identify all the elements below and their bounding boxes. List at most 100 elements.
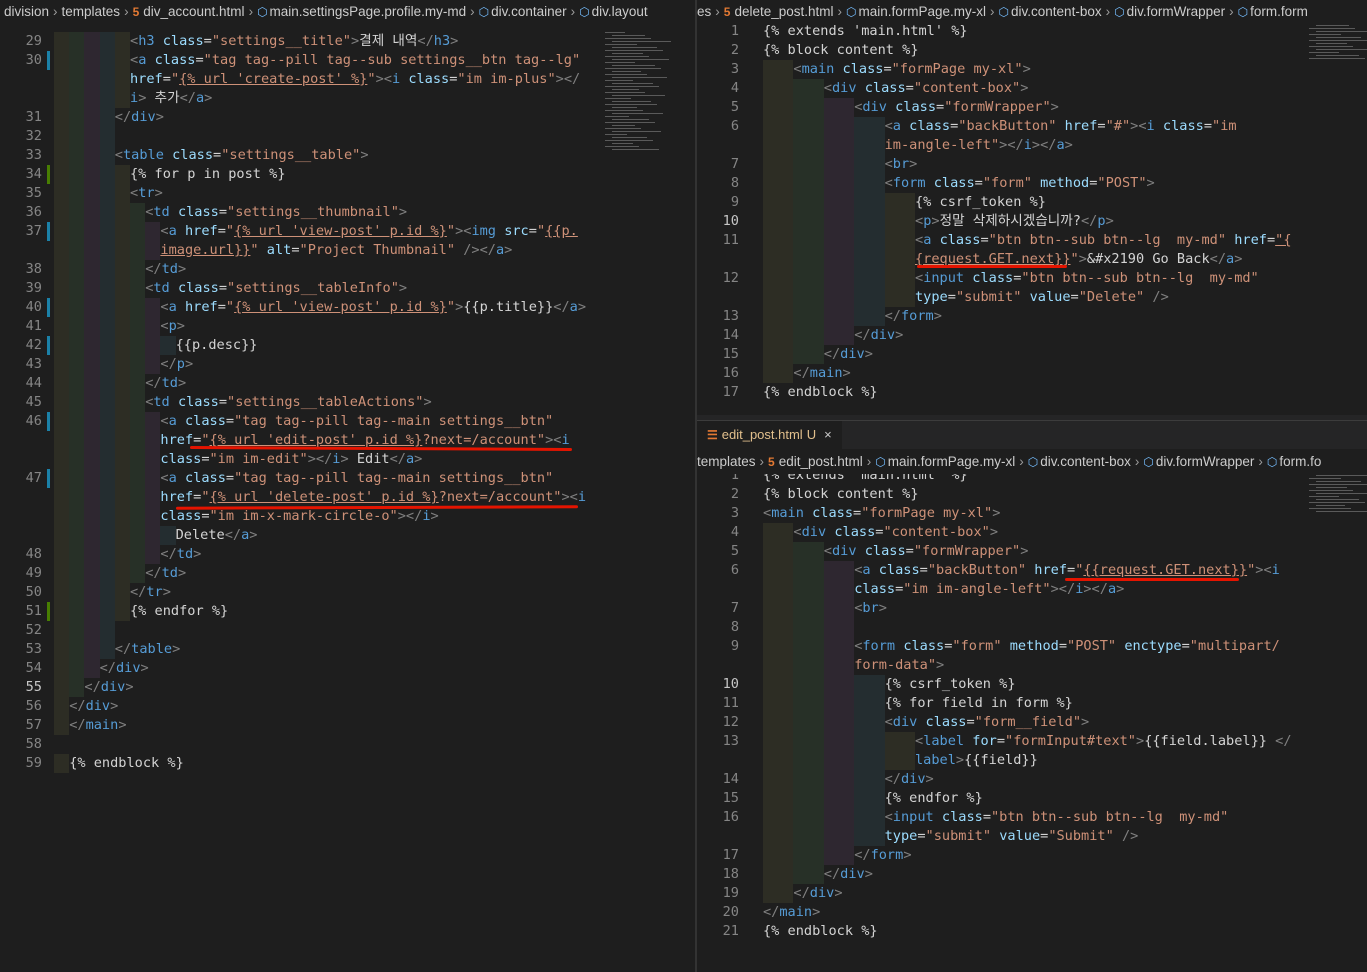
- code-line[interactable]: class="im im-edit"></i> Edit</a>: [0, 450, 681, 469]
- code-line[interactable]: form-data">: [697, 656, 1367, 675]
- code-line[interactable]: 45 <td class="settings__tableActions">: [0, 393, 681, 412]
- git-change-marker[interactable]: [47, 298, 50, 317]
- breadcrumb-item[interactable]: ⬡ form.fo: [1267, 454, 1322, 469]
- code-line[interactable]: 17 </form>: [697, 846, 1367, 865]
- breadcrumb-item[interactable]: ⬡ div.container: [479, 4, 567, 19]
- breadcrumb-item[interactable]: ⬡ div.content-box: [1028, 454, 1131, 469]
- code-line[interactable]: 30 <a class="tag tag--pill tag--sub setti…: [0, 51, 681, 70]
- code-line[interactable]: 48 </td>: [0, 545, 681, 564]
- code-line[interactable]: 2 {% block content %}: [697, 41, 1367, 60]
- code-line[interactable]: 19 </div>: [697, 884, 1367, 903]
- code-line[interactable]: 8: [697, 618, 1367, 637]
- breadcrumb-item[interactable]: ⬡ div.layout: [579, 4, 648, 19]
- git-change-marker[interactable]: [47, 336, 50, 355]
- code-line[interactable]: 32: [0, 127, 681, 146]
- code-line[interactable]: class="im im-x-mark-circle-o"></i>: [0, 507, 681, 526]
- git-change-marker[interactable]: [47, 222, 50, 241]
- code-line[interactable]: 4 <div class="content-box">: [697, 523, 1367, 542]
- code-line[interactable]: href="{% url 'delete-post' p.id %}?next=…: [0, 488, 681, 507]
- code-line[interactable]: i> 추가</a>: [0, 89, 681, 108]
- close-icon[interactable]: ×: [824, 427, 832, 442]
- breadcrumb-item[interactable]: templates: [62, 4, 121, 19]
- code-line[interactable]: 17 {% endblock %}: [697, 383, 1367, 402]
- code-line[interactable]: 15 {% endfor %}: [697, 789, 1367, 808]
- code-line[interactable]: 3 <main class="formPage my-xl">: [697, 60, 1367, 79]
- code-line[interactable]: 16 </main>: [697, 364, 1367, 383]
- pane-divider-horizontal[interactable]: [697, 415, 1367, 420]
- code-line[interactable]: 39 <td class="settings__tableInfo">: [0, 279, 681, 298]
- code-line[interactable]: im-angle-left"></i></a>: [697, 136, 1367, 155]
- code-line[interactable]: 12 <div class="form__field">: [697, 713, 1367, 732]
- git-change-marker[interactable]: [47, 469, 50, 488]
- git-change-marker[interactable]: [47, 602, 50, 621]
- code-line[interactable]: 51 {% endfor %}: [0, 602, 681, 621]
- code-line[interactable]: 10 {% csrf_token %}: [697, 675, 1367, 694]
- breadcrumb-item[interactable]: ⬡ div.content-box: [999, 4, 1102, 19]
- minimap[interactable]: [1309, 22, 1367, 62]
- code-line[interactable]: 58: [0, 735, 681, 754]
- git-change-marker[interactable]: [47, 412, 50, 431]
- minimap[interactable]: [605, 32, 675, 162]
- code-line[interactable]: 33 <table class="settings__table">: [0, 146, 681, 165]
- code-line[interactable]: 35 <tr>: [0, 184, 681, 203]
- code-line[interactable]: image.url}}" alt="Project Thumbnail" /><…: [0, 241, 681, 260]
- code-line[interactable]: 1 {% extends 'main.html' %}: [697, 22, 1367, 41]
- code-line[interactable]: 36 <td class="settings__thumbnail">: [0, 203, 681, 222]
- code-line[interactable]: 14 </div>: [697, 326, 1367, 345]
- code-line[interactable]: 49 </td>: [0, 564, 681, 583]
- git-change-marker[interactable]: [47, 51, 50, 70]
- git-change-marker[interactable]: [47, 165, 50, 184]
- code-line[interactable]: 8 <form class="form" method="POST">: [697, 174, 1367, 193]
- code-line[interactable]: 16 <input class="btn btn--sub btn--lg my-…: [697, 808, 1367, 827]
- code-line[interactable]: 7 <br>: [697, 599, 1367, 618]
- code-line[interactable]: 55 </div>: [0, 678, 681, 697]
- code-line[interactable]: 34 {% for p in post %}: [0, 165, 681, 184]
- breadcrumb-item[interactable]: ⬡ main.formPage.my-xl: [846, 4, 986, 19]
- code-line[interactable]: label>{{field}}: [697, 751, 1367, 770]
- code-line[interactable]: 46 <a class="tag tag--pill tag--main sett…: [0, 412, 681, 431]
- breadcrumb-item[interactable]: ⬡ main.formPage.my-xl: [875, 454, 1015, 469]
- code-line[interactable]: 15 </div>: [697, 345, 1367, 364]
- code-line[interactable]: 6 <a class="backButton" href="{{request.G…: [697, 561, 1367, 580]
- code-line[interactable]: 47 <a class="tag tag--pill tag--main sett…: [0, 469, 681, 488]
- code-line[interactable]: 3 <main class="formPage my-xl">: [697, 504, 1367, 523]
- code-line[interactable]: 21 {% endblock %}: [697, 922, 1367, 941]
- code-line[interactable]: 38 </td>: [0, 260, 681, 279]
- code-line[interactable]: 6 <a class="backButton" href="#"><i class…: [697, 117, 1367, 136]
- code-line[interactable]: 41 <p>: [0, 317, 681, 336]
- code-line[interactable]: 9 {% csrf_token %}: [697, 193, 1367, 212]
- code-line[interactable]: 56 </div>: [0, 697, 681, 716]
- code-line[interactable]: type="submit" value="Delete" />: [697, 288, 1367, 307]
- code-line[interactable]: href="{% url 'create-post' %}"><i class=…: [0, 70, 681, 89]
- code-line[interactable]: 37 <a href="{% url 'view-post' p.id %}"><…: [0, 222, 681, 241]
- breadcrumb-item[interactable]: templates: [697, 454, 756, 469]
- breadcrumb-item[interactable]: division: [4, 4, 49, 19]
- code-line[interactable]: 9 <form class="form" method="POST" enctyp…: [697, 637, 1367, 656]
- code-line[interactable]: 31 </div>: [0, 108, 681, 127]
- pane-divider-vertical[interactable]: [695, 0, 697, 972]
- breadcrumb-item[interactable]: ⬡ main.settingsPage.profile.my-md: [257, 4, 466, 19]
- editor-div-account[interactable]: division › templates › 5 div_account.html › ⬡ ma…: [0, 0, 681, 972]
- code-line[interactable]: 40 <a href="{% url 'view-post' p.id %}">{…: [0, 298, 681, 317]
- code-line[interactable]: 42 {{p.desc}}: [0, 336, 681, 355]
- code-line[interactable]: 12 <input class="btn btn--sub btn--lg my-…: [697, 269, 1367, 288]
- code-line[interactable]: 59 {% endblock %}: [0, 754, 681, 773]
- editor-edit-post[interactable]: ☰ edit_post.html U × templates › 5 edit_post.h…: [697, 420, 1367, 972]
- code-line[interactable]: 14 </div>: [697, 770, 1367, 789]
- code-line[interactable]: 29 <h3 class="settings__title">결제 내역</h3>: [0, 32, 681, 51]
- breadcrumb-item[interactable]: ⬡ form.form: [1238, 4, 1308, 19]
- code-line[interactable]: 11 <a class="btn btn--sub btn--lg my-md" …: [697, 231, 1367, 250]
- code-line[interactable]: 18 </div>: [697, 865, 1367, 884]
- code-line[interactable]: 5 <div class="formWrapper">: [697, 542, 1367, 561]
- code-line[interactable]: 53 </table>: [0, 640, 681, 659]
- code-line[interactable]: 4 <div class="content-box">: [697, 79, 1367, 98]
- code-line[interactable]: 44 </td>: [0, 374, 681, 393]
- code-line[interactable]: 5 <div class="formWrapper">: [697, 98, 1367, 117]
- code-line[interactable]: 50 </tr>: [0, 583, 681, 602]
- breadcrumb-item[interactable]: ⬡ div.formWrapper: [1143, 454, 1254, 469]
- code-line[interactable]: 20 </main>: [697, 903, 1367, 922]
- code-line[interactable]: 54 </div>: [0, 659, 681, 678]
- code-line[interactable]: 11 {% for field in form %}: [697, 694, 1367, 713]
- code-line[interactable]: 52: [0, 621, 681, 640]
- code-line[interactable]: 13 <label for="formInput#text">{{field.la…: [697, 732, 1367, 751]
